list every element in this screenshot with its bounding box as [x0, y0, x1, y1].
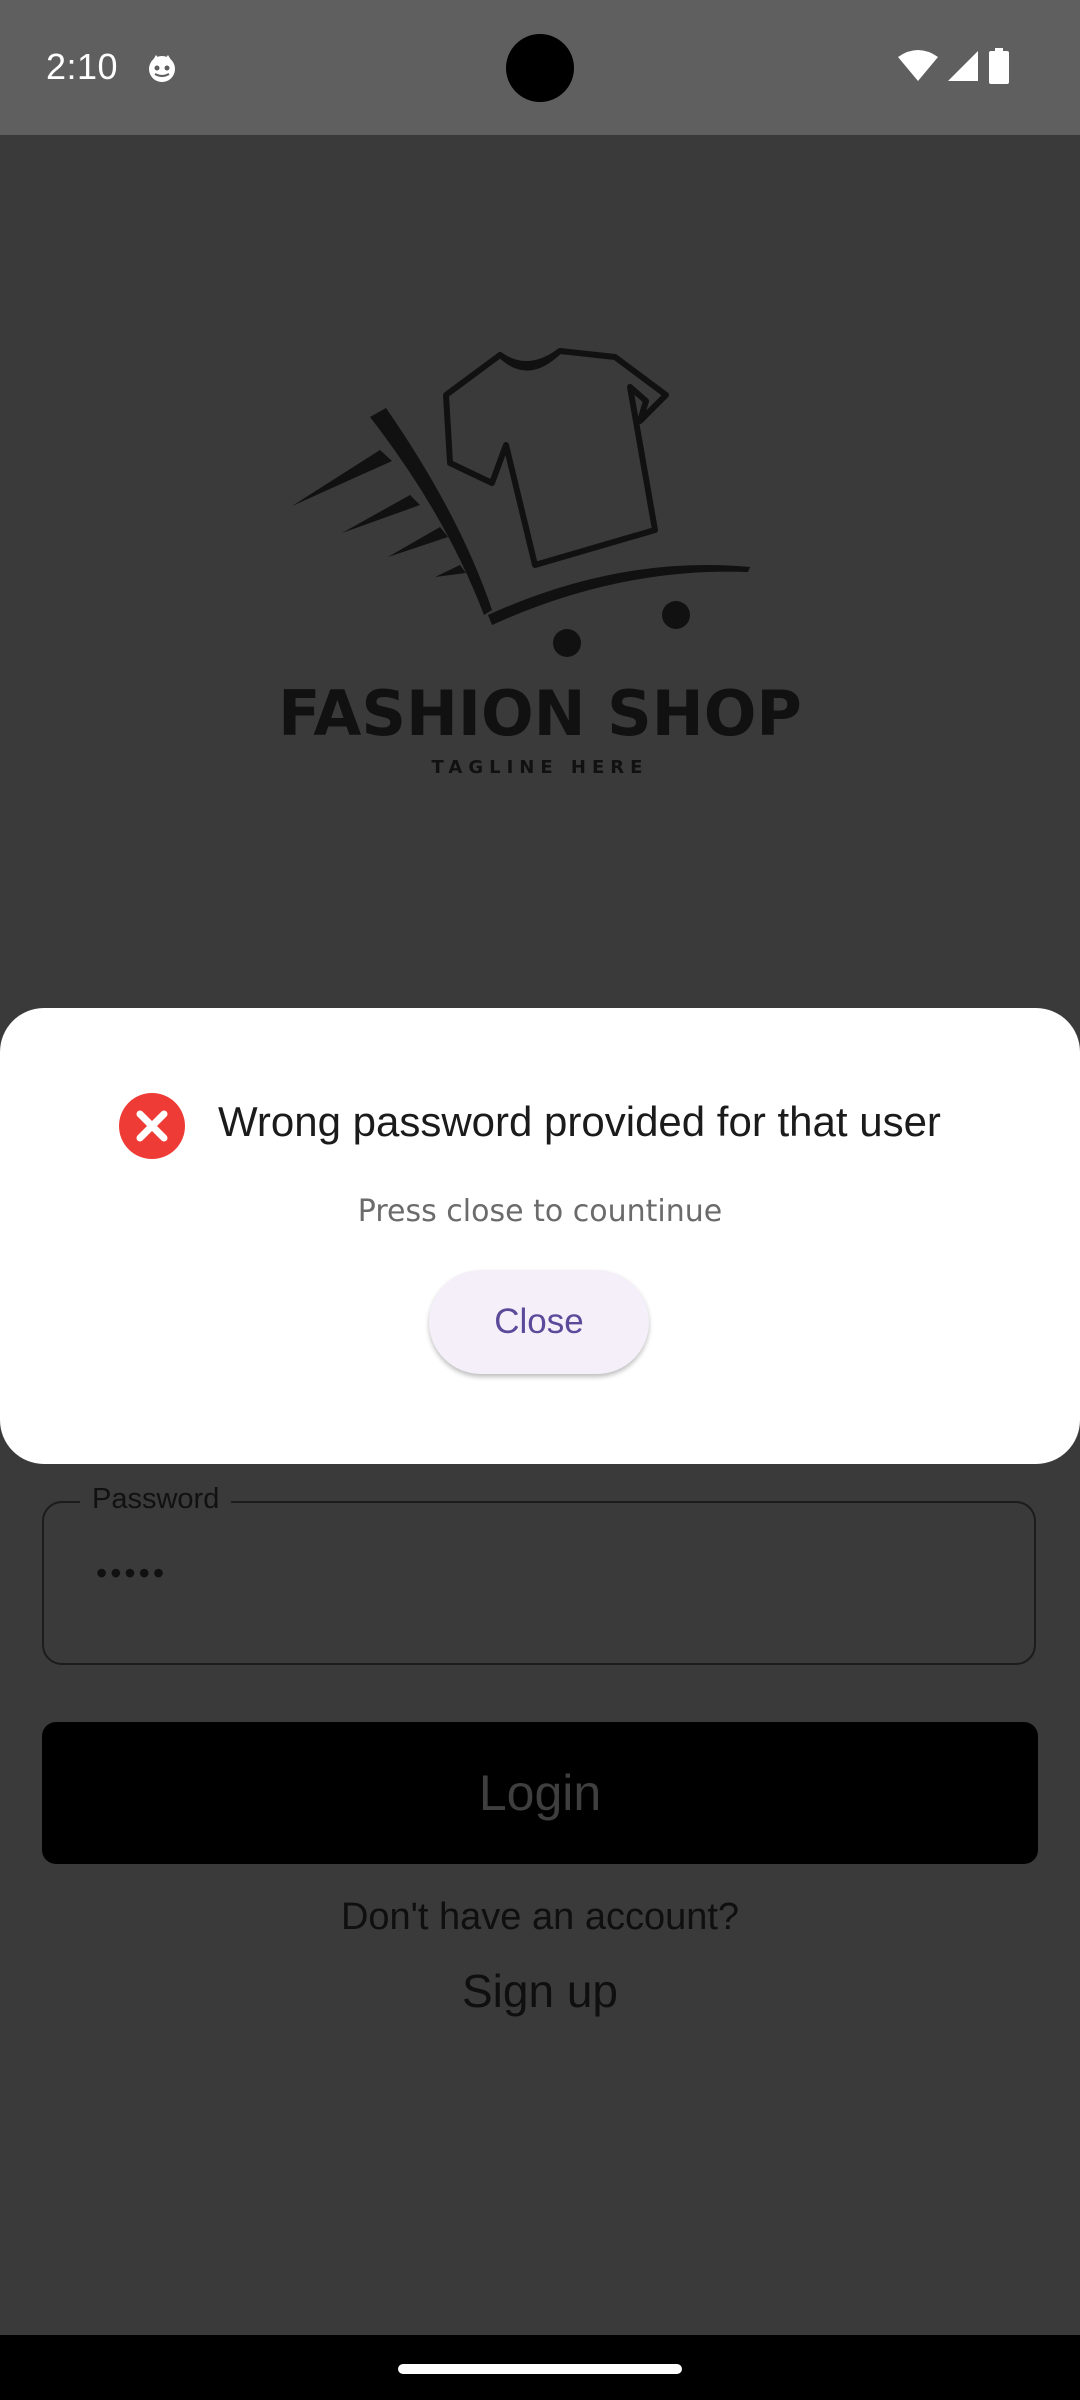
home-indicator[interactable]	[398, 2364, 682, 2374]
status-bar: 2:10	[0, 0, 1080, 135]
login-button[interactable]: Login	[42, 1722, 1038, 1864]
cat-notification-icon	[149, 55, 175, 82]
password-label: Password	[80, 1483, 232, 1516]
cell-signal-icon	[948, 51, 978, 81]
no-account-text: Don't have an account?	[340, 1896, 740, 1938]
logo-title: FASHION SHOP	[278, 677, 802, 750]
password-value: •••••	[96, 1555, 168, 1591]
camera-cutout	[506, 34, 574, 102]
password-field[interactable]	[42, 1501, 1036, 1665]
close-button[interactable]: Close	[429, 1270, 649, 1374]
dialog-message: Press close to countinue	[357, 1194, 723, 1229]
dialog-title: Wrong password provided for that user	[218, 1098, 941, 1145]
wifi-icon	[898, 50, 938, 81]
signup-link[interactable]: Sign up	[0, 1964, 1080, 2018]
status-time: 2:10	[46, 46, 119, 87]
logo-tagline: TAGLINE HERE	[432, 757, 649, 775]
error-dialog	[0, 1008, 1080, 1464]
status-icons	[898, 48, 1010, 84]
fashion-shop-logo: FASHION SHOP TAGLINE HERE	[278, 348, 802, 775]
error-icon	[119, 1093, 185, 1159]
battery-icon	[989, 48, 1009, 84]
